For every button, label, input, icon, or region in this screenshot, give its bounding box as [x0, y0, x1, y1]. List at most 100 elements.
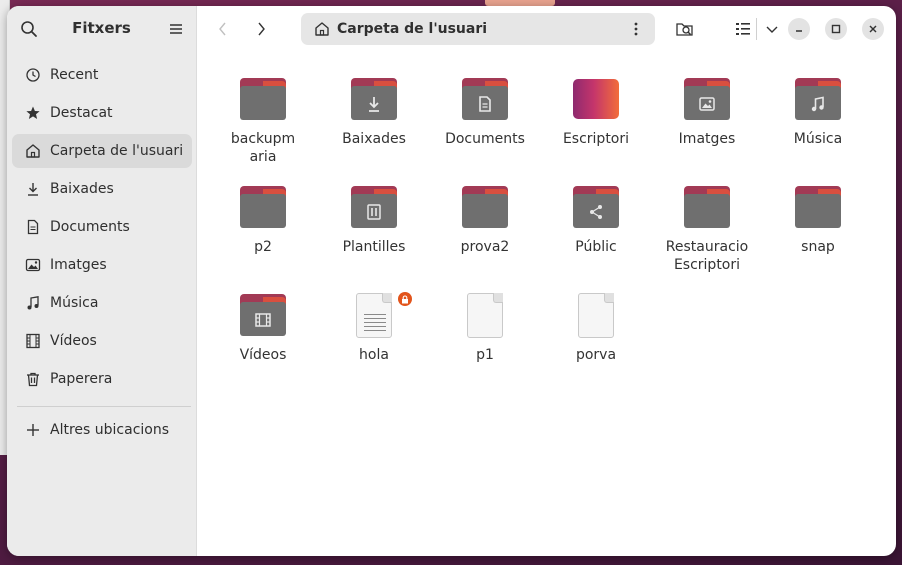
file-item[interactable]: Imatges: [657, 76, 757, 148]
template-folder-icon: [350, 184, 398, 232]
minimize-icon: [796, 30, 802, 32]
folder-icon: [683, 184, 731, 232]
sidebar-item-label: Imatges: [50, 257, 107, 273]
hamburger-menu-icon[interactable]: [166, 19, 186, 39]
sidebar-item-label: Baixades: [50, 181, 114, 197]
sidebar-item-clock[interactable]: Recent: [12, 58, 192, 92]
file-name: p2: [254, 239, 272, 255]
text-file-icon: [350, 292, 412, 340]
maximize-icon: [831, 24, 841, 34]
file-name: Imatges: [678, 131, 736, 147]
file-item[interactable]: hola: [324, 292, 424, 364]
file-item[interactable]: p1: [435, 292, 535, 364]
sidebar-item-home[interactable]: Carpeta de l'usuari: [12, 134, 192, 168]
desktop-folder-icon: [572, 76, 620, 124]
sidebar-item-label: Carpeta de l'usuari: [50, 143, 184, 159]
sidebar-item-label: Música: [50, 295, 99, 311]
chevron-down-icon: [766, 26, 778, 33]
file-name: Plantilles: [342, 239, 406, 255]
sidebar-item-label: Altres ubicacions: [50, 422, 170, 438]
home-icon: [313, 20, 331, 38]
file-name: porva: [575, 347, 617, 363]
sidebar-places-list: Recent Destacat Carpeta de l'usuari Baixade…: [12, 58, 192, 400]
trash-icon: [24, 370, 42, 388]
path-bar[interactable]: Carpeta de l'usuari: [301, 13, 655, 45]
file-name: Restauracio Escriptori: [665, 239, 749, 273]
close-button[interactable]: [862, 18, 884, 40]
toolbar-separator: [756, 18, 757, 40]
file-item[interactable]: Restauracio Escriptori: [657, 184, 757, 274]
sidebar-item-music[interactable]: Música: [12, 286, 192, 320]
file-name: snap: [801, 239, 835, 255]
close-icon: [869, 25, 877, 33]
view-options-button[interactable]: [760, 17, 784, 41]
file-name: Baixades: [342, 131, 406, 147]
document-folder-icon: [461, 76, 509, 124]
file-item[interactable]: backupmaria: [213, 76, 313, 166]
file-item[interactable]: snap: [768, 184, 868, 256]
file-item[interactable]: p2: [213, 184, 313, 256]
star-icon: [24, 104, 42, 122]
sidebar-item-label: Destacat: [50, 105, 113, 121]
sidebar-item-label: Vídeos: [50, 333, 97, 349]
search-files-button[interactable]: [673, 17, 697, 41]
share-folder-icon: [572, 184, 620, 232]
header-bar: Carpeta de l'usuari: [197, 6, 896, 52]
sidebar-header: Fitxers: [7, 6, 196, 52]
breadcrumb-current[interactable]: Carpeta de l'usuari: [337, 21, 487, 37]
file-item[interactable]: Escriptori: [546, 76, 646, 148]
folder-icon: [239, 184, 287, 232]
plus-icon: [24, 421, 42, 439]
file-manager-window: Fitxers Recent Destacat Carpeta de l'usuar…: [7, 6, 896, 556]
more-options-icon[interactable]: [627, 20, 645, 38]
folder-icon: [461, 184, 509, 232]
sidebar-item-label: Recent: [50, 67, 99, 83]
sidebar-item-image[interactable]: Imatges: [12, 248, 192, 282]
list-view-button[interactable]: [731, 17, 755, 41]
clock-icon: [24, 66, 42, 84]
file-name: Documents: [445, 131, 525, 147]
minimize-button[interactable]: [788, 18, 810, 40]
image-icon: [24, 256, 42, 274]
sidebar: Fitxers Recent Destacat Carpeta de l'usuar…: [7, 6, 197, 556]
film-icon: [24, 332, 42, 350]
blank-file-icon: [461, 292, 509, 340]
file-item[interactable]: Baixades: [324, 76, 424, 148]
maximize-button[interactable]: [825, 18, 847, 40]
home-icon: [24, 142, 42, 160]
file-name: backupmaria: [230, 131, 296, 165]
file-name: p1: [476, 347, 494, 363]
sidebar-item-trash[interactable]: Paperera: [12, 362, 192, 396]
sidebar-item-film[interactable]: Vídeos: [12, 324, 192, 358]
music-icon: [24, 294, 42, 312]
file-item[interactable]: Vídeos: [213, 292, 313, 364]
file-name: Música: [793, 131, 843, 147]
sidebar-item-download[interactable]: Baixades: [12, 172, 192, 206]
file-item[interactable]: Públic: [546, 184, 646, 256]
file-item[interactable]: Plantilles: [324, 184, 424, 256]
file-item[interactable]: Documents: [435, 76, 535, 148]
file-name: Públic: [575, 239, 617, 255]
forward-button[interactable]: [249, 17, 273, 41]
sidebar-item-other-locations[interactable]: Altres ubicacions: [12, 413, 192, 447]
sidebar-item-star[interactable]: Destacat: [12, 96, 192, 130]
blank-file-icon: [572, 292, 620, 340]
lock-icon: [398, 292, 412, 306]
file-item[interactable]: prova2: [435, 184, 535, 256]
sidebar-divider: [17, 406, 191, 407]
music-folder-icon: [794, 76, 842, 124]
sidebar-item-document[interactable]: Documents: [12, 210, 192, 244]
back-button[interactable]: [211, 17, 235, 41]
folder-search-icon: [676, 23, 693, 36]
download-folder-icon: [350, 76, 398, 124]
download-icon: [24, 180, 42, 198]
file-item[interactable]: porva: [546, 292, 646, 364]
file-item[interactable]: Música: [768, 76, 868, 148]
sidebar-item-label: Documents: [50, 219, 130, 235]
film-folder-icon: [239, 292, 287, 340]
list-view-icon: [736, 23, 750, 35]
image-folder-icon: [683, 76, 731, 124]
document-icon: [24, 218, 42, 236]
folder-icon: [239, 76, 287, 124]
sidebar-other-locations-container: Altres ubicacions: [12, 413, 192, 451]
